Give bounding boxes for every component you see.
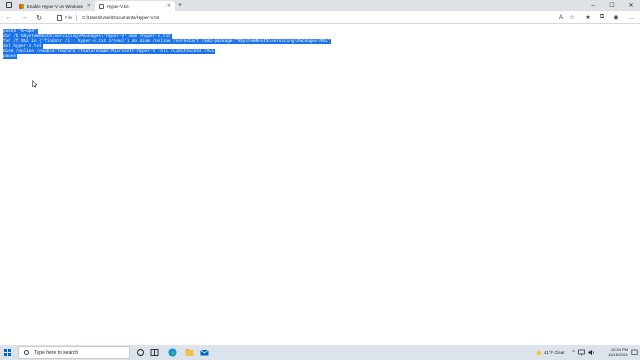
system-clock[interactable]: 10:34 PM 10/15/2021 <box>598 347 628 357</box>
widgets-icon[interactable] <box>150 348 159 357</box>
tab-title: Enable Hyper-V on Windows 10 | Mi <box>27 3 83 9</box>
minimize-button[interactable]: – <box>584 0 602 11</box>
text-document[interactable]: pushd "%~dp0" dir /b %SystemRoot%\servic… <box>0 25 640 345</box>
search-placeholder: Type here to search <box>34 349 79 356</box>
divider <box>76 14 78 21</box>
start-button[interactable] <box>4 349 11 356</box>
windows-logo-icon <box>4 349 7 352</box>
tab-actions-menu-button[interactable] <box>6 2 12 8</box>
forward-button[interactable]: → <box>20 13 28 22</box>
weather-moon-icon <box>536 350 542 355</box>
close-tab-icon[interactable]: ✕ <box>87 3 91 9</box>
read-aloud-icon[interactable]: A <box>556 13 566 22</box>
maximize-button[interactable]: ☐ <box>603 0 621 11</box>
browser-toolbar: ← → ↻ File C:/Users/User/Documents/Hyper… <box>0 11 640 24</box>
edge-icon[interactable] <box>168 348 177 357</box>
clock-date: 10/15/2021 <box>607 352 628 357</box>
network-icon[interactable] <box>577 348 586 357</box>
mouse-pointer-icon <box>32 80 38 88</box>
file-icon <box>57 14 62 21</box>
code-line[interactable]: Dism /online /enable-feature /featurenam… <box>3 49 216 54</box>
url-text[interactable]: C:/Users/User/Documents/Hyper-V.txt <box>82 15 159 20</box>
taskbar: Type here to search 41°F Clear ^ 10:34 P… <box>0 345 640 360</box>
tab-hyper-v-txt[interactable]: Hyper-V.txt ✕ <box>95 1 175 11</box>
tab-title: Hyper-V.txt <box>107 3 129 9</box>
microsoft-logo-icon <box>19 3 24 9</box>
code-line[interactable]: pause <box>3 54 17 59</box>
settings-menu-icon[interactable]: … <box>626 13 636 22</box>
file-explorer-icon[interactable] <box>185 348 194 357</box>
close-tab-icon[interactable]: ✕ <box>167 3 171 9</box>
scheme-label: File <box>65 15 73 20</box>
weather-text: 41°F Clear <box>544 350 565 355</box>
document-icon <box>99 3 104 9</box>
notifications-icon[interactable] <box>630 348 639 357</box>
search-icon <box>24 350 29 355</box>
favorites-icon[interactable]: ★ <box>583 13 593 22</box>
new-tab-button[interactable]: + <box>178 1 182 10</box>
task-view-icon[interactable] <box>136 348 145 357</box>
address-bar[interactable]: File C:/Users/User/Documents/Hyper-V.txt <box>52 13 557 22</box>
close-window-button[interactable]: ✕ <box>622 0 640 11</box>
weather-widget[interactable]: 41°F Clear <box>536 345 565 360</box>
tab-strip: Enable Hyper-V on Windows 10 | Mi ✕ Hype… <box>0 0 640 11</box>
refresh-button[interactable]: ↻ <box>35 13 43 22</box>
profile-icon[interactable]: ◉ <box>611 13 621 22</box>
taskbar-search-box[interactable]: Type here to search <box>18 346 130 359</box>
tab-enable-hyper-v[interactable]: Enable Hyper-V on Windows 10 | Mi ✕ <box>15 1 95 11</box>
collections-icon[interactable]: ⧉ <box>597 13 607 22</box>
back-button[interactable]: ← <box>5 13 13 22</box>
code-line[interactable]: for /f %%i in ('findstr /i . hyper-v.txt… <box>3 39 332 44</box>
mail-icon[interactable] <box>200 348 209 357</box>
volume-icon[interactable] <box>587 348 596 357</box>
favorite-star-icon[interactable]: ☆ <box>567 13 577 22</box>
